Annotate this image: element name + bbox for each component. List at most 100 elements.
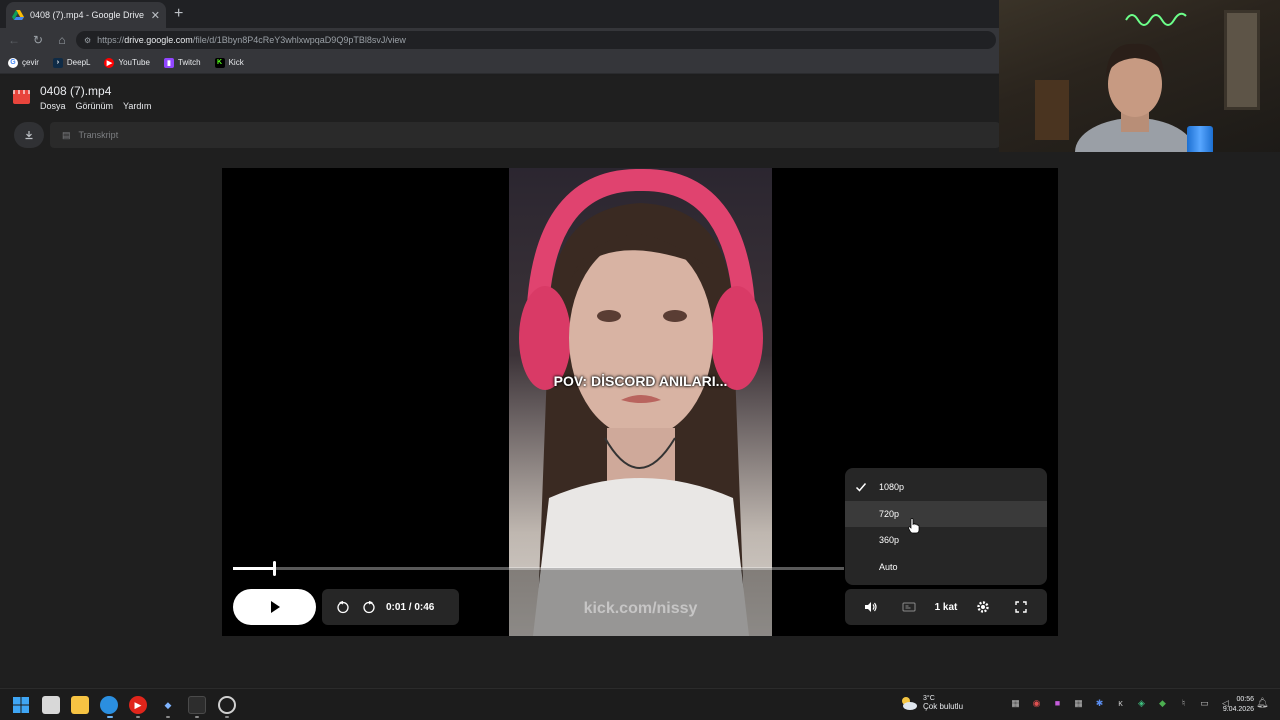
app-indicator [225,716,229,718]
home-icon[interactable]: ⌂ [50,33,74,47]
tray-app-icon[interactable]: ▦ [1068,698,1089,709]
bookmark-twitch[interactable]: ▮ Twitch [163,57,201,68]
time-controls: 0:01 / 0:46 [322,589,459,625]
shield-icon[interactable]: ◆ [1152,698,1173,709]
settings-button[interactable] [971,589,995,625]
weather-widget[interactable]: 3°C Çok bulutlu [898,695,963,711]
play-button[interactable] [233,589,316,625]
network-icon[interactable]: ▭ [1194,698,1215,709]
quality-menu: 1080p 720p 360p Auto [845,468,1047,585]
menu-help[interactable]: Yardım [123,101,151,111]
terminal-icon[interactable] [188,696,206,714]
kick-icon: K [214,57,225,68]
new-tab-button[interactable]: + [174,5,183,23]
bookmark-deepl[interactable]: › DeepL [52,57,91,68]
media-player-icon[interactable]: ▶ [129,696,147,714]
gear-icon [977,601,989,613]
twitch-icon: ▮ [163,57,174,68]
microphone-icon[interactable]: ♮ [1173,698,1194,709]
transcript-label: Transkript [78,130,119,140]
seek-bar-played [233,567,273,570]
cloudy-weather-icon [902,697,917,710]
taskbar: ▶ ◆ 3°C Çok bulutlu ▦ ◉ ■ ▦ ✱ ᴋ ◈ ◆ ♮ ▭ … [0,688,1280,720]
bookmark-label: DeepL [66,58,91,67]
weather-temp: 3°C [923,695,935,702]
chrome-icon[interactable] [100,696,118,714]
quality-option-auto[interactable]: Auto [845,554,1047,581]
quality-option-720p[interactable]: 720p [845,500,1047,528]
volume-button[interactable] [859,589,883,625]
neon-sign-image [1125,12,1187,26]
menu-view[interactable]: Görünüm [76,101,114,111]
tray-app-icon[interactable]: ◈ [1131,698,1152,709]
bookmark-cevir[interactable]: G çevir [8,57,39,68]
bookmark-kick[interactable]: K Kick [214,57,244,68]
volume-icon [865,602,877,612]
quality-option-360p[interactable]: 360p [845,527,1047,554]
player-settings-controls: 1 kat [845,589,1047,625]
quality-option-label: 1080p [879,482,905,493]
tray-app-icon[interactable]: ◉ [1026,698,1047,709]
url-host: drive.google.com [124,35,193,45]
obs-icon[interactable] [218,696,236,714]
notification-bell-icon[interactable]: 🔔︎ [1256,698,1269,709]
video-frame: POV: DİSCORD ANILARI... kick.com/nissy [509,168,772,636]
hand-cursor-icon [908,518,920,534]
bookmark-label: çevir [22,58,39,67]
app-indicator [166,716,170,718]
system-clock[interactable]: 00:56 9.04.2026 [1216,695,1254,715]
menu-bar: Dosya Görünüm Yardım [40,101,161,111]
play-icon [270,601,280,613]
tab-close-icon[interactable]: ✕ [151,9,160,22]
bookmark-label: YouTube [118,58,150,67]
webcam-overlay [999,0,1280,158]
clock-date: 9.04.2026 [1222,706,1254,713]
download-icon [25,131,33,140]
fullscreen-button[interactable] [1009,589,1033,625]
streamer-image [1075,43,1195,158]
captions-button[interactable] [897,589,921,625]
time-display: 0:01 / 0:46 [386,601,435,613]
address-bar[interactable]: ⚙ https://drive.google.com/file/d/1Bbyn8… [76,31,996,49]
url-prefix: https:// [97,35,125,45]
playback-speed-button[interactable]: 1 kat [931,589,961,625]
system-tray: ▦ ◉ ■ ▦ ✱ ᴋ ◈ ◆ ♮ ▭ ◁ [1005,698,1236,709]
seek-bar-handle[interactable] [272,561,276,576]
menu-file[interactable]: Dosya [40,101,66,111]
quality-option-label: Auto [879,562,898,573]
room-window-image [1224,10,1260,110]
tray-app-icon[interactable]: ᴋ [1110,698,1131,709]
quality-option-label: 360p [879,535,900,546]
transcript-button[interactable]: ▤ Transkript [50,122,1000,148]
streamer-video-image [509,168,772,636]
windows-start-icon[interactable] [12,696,30,714]
reload-icon[interactable]: ↻ [26,33,50,47]
file-explorer-icon[interactable] [71,696,89,714]
check-icon [855,483,867,492]
file-title: 0408 (7).mp4 [40,84,112,98]
rewind-10-icon[interactable] [334,598,352,616]
fullscreen-icon [1015,601,1027,613]
tray-app-icon[interactable]: ■ [1047,698,1068,709]
tab-title: 0408 (7).mp4 - Google Drive [30,10,145,20]
forward-10-icon[interactable] [360,598,378,616]
seek-bar[interactable] [233,561,844,576]
tray-app-icon[interactable]: ▦ [1005,698,1026,709]
app-diamond-icon[interactable]: ◆ [159,696,177,714]
download-button[interactable] [14,122,44,148]
tab-google-drive[interactable]: 0408 (7).mp4 - Google Drive ✕ [6,2,166,28]
task-view-icon[interactable] [42,696,60,714]
deepl-icon: › [52,57,63,68]
bookmark-label: Twitch [177,58,201,67]
bluetooth-icon[interactable]: ✱ [1089,698,1110,709]
video-watermark: kick.com/nissy [583,600,698,617]
clock-time: 00:56 [1236,696,1254,703]
video-file-icon [13,90,30,104]
google-icon: G [8,57,18,68]
app-indicator [195,716,199,718]
bookmark-youtube[interactable]: ▶ YouTube [104,57,150,68]
shelf-image [1035,80,1069,140]
back-arrow-icon[interactable]: ← [2,33,26,47]
site-info-icon[interactable]: ⚙ [84,36,91,45]
quality-option-1080p[interactable]: 1080p [845,474,1047,501]
